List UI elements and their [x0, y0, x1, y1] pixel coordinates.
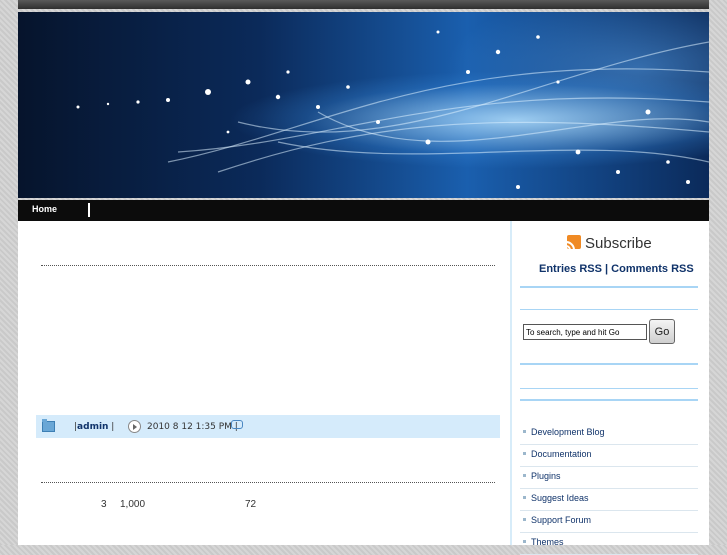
bullet-icon [523, 452, 526, 455]
bullet-icon [523, 496, 526, 499]
nav-home-link[interactable]: Home [32, 204, 57, 214]
rss-icon[interactable] [567, 235, 581, 249]
nav-separator [88, 203, 90, 217]
banner-artwork [76, 30, 709, 189]
folder-icon[interactable] [42, 419, 55, 432]
sidebar-link-plugins[interactable]: Plugins [531, 471, 561, 481]
bullet-icon [523, 518, 526, 521]
sidebar-link-documentation[interactable]: Documentation [531, 449, 592, 459]
stat-1: 3 [101, 499, 107, 510]
post-date-text: 2010 8 12 1:35 PM [147, 422, 232, 432]
bullet-icon [523, 430, 526, 433]
author-link[interactable]: admin [77, 422, 108, 432]
page-content: |admin | 2010 8 12 1:35 PM | 3 1,000 72 … [18, 221, 709, 555]
list-item: Suggest Ideas [520, 489, 698, 511]
sidebar-divider [520, 309, 698, 310]
rss-links: Entries RSS | Comments RSS [539, 263, 694, 275]
column-divider [510, 221, 512, 545]
comment-icon[interactable] [231, 420, 243, 429]
top-bar [18, 0, 709, 9]
post-date: 2010 8 12 1:35 PM | [147, 422, 238, 432]
sidebar-divider [520, 388, 698, 389]
post-author: |admin | [74, 422, 115, 432]
bullet-icon [523, 474, 526, 477]
clock-icon [128, 420, 141, 433]
go-button[interactable]: Go [649, 319, 675, 344]
list-item: Development Blog [520, 423, 698, 445]
sidebar-link-development-blog[interactable]: Development Blog [531, 427, 605, 437]
comments-rss-link[interactable]: Comments RSS [611, 263, 694, 275]
sidebar-link-suggest-ideas[interactable]: Suggest Ideas [531, 493, 589, 503]
post-divider-bottom [41, 482, 495, 483]
rss-separator: | [605, 263, 609, 275]
main-navigation: Home [18, 200, 709, 221]
sidebar-link-list: Development Blog Documentation Plugins S… [520, 423, 698, 555]
post-meta-bar: |admin | 2010 8 12 1:35 PM | [36, 415, 500, 438]
search-input[interactable] [523, 324, 647, 340]
list-item: Plugins [520, 467, 698, 489]
header-banner [18, 12, 709, 198]
bullet-icon [523, 540, 526, 543]
stat-2: 1,000 [120, 499, 146, 510]
list-item: Themes [520, 533, 698, 555]
list-item: Support Forum [520, 511, 698, 533]
stat-3: 72 [245, 499, 257, 510]
sidebar-divider [520, 363, 698, 365]
entries-rss-link[interactable]: Entries RSS [539, 263, 602, 275]
sidebar-divider [520, 399, 698, 401]
post-divider-top [41, 265, 495, 266]
sidebar-link-themes[interactable]: Themes [531, 537, 564, 547]
subscribe-heading: Subscribe [585, 235, 652, 252]
sidebar-divider [520, 286, 698, 288]
sidebar-link-support-forum[interactable]: Support Forum [531, 515, 591, 525]
list-item: Documentation [520, 445, 698, 467]
